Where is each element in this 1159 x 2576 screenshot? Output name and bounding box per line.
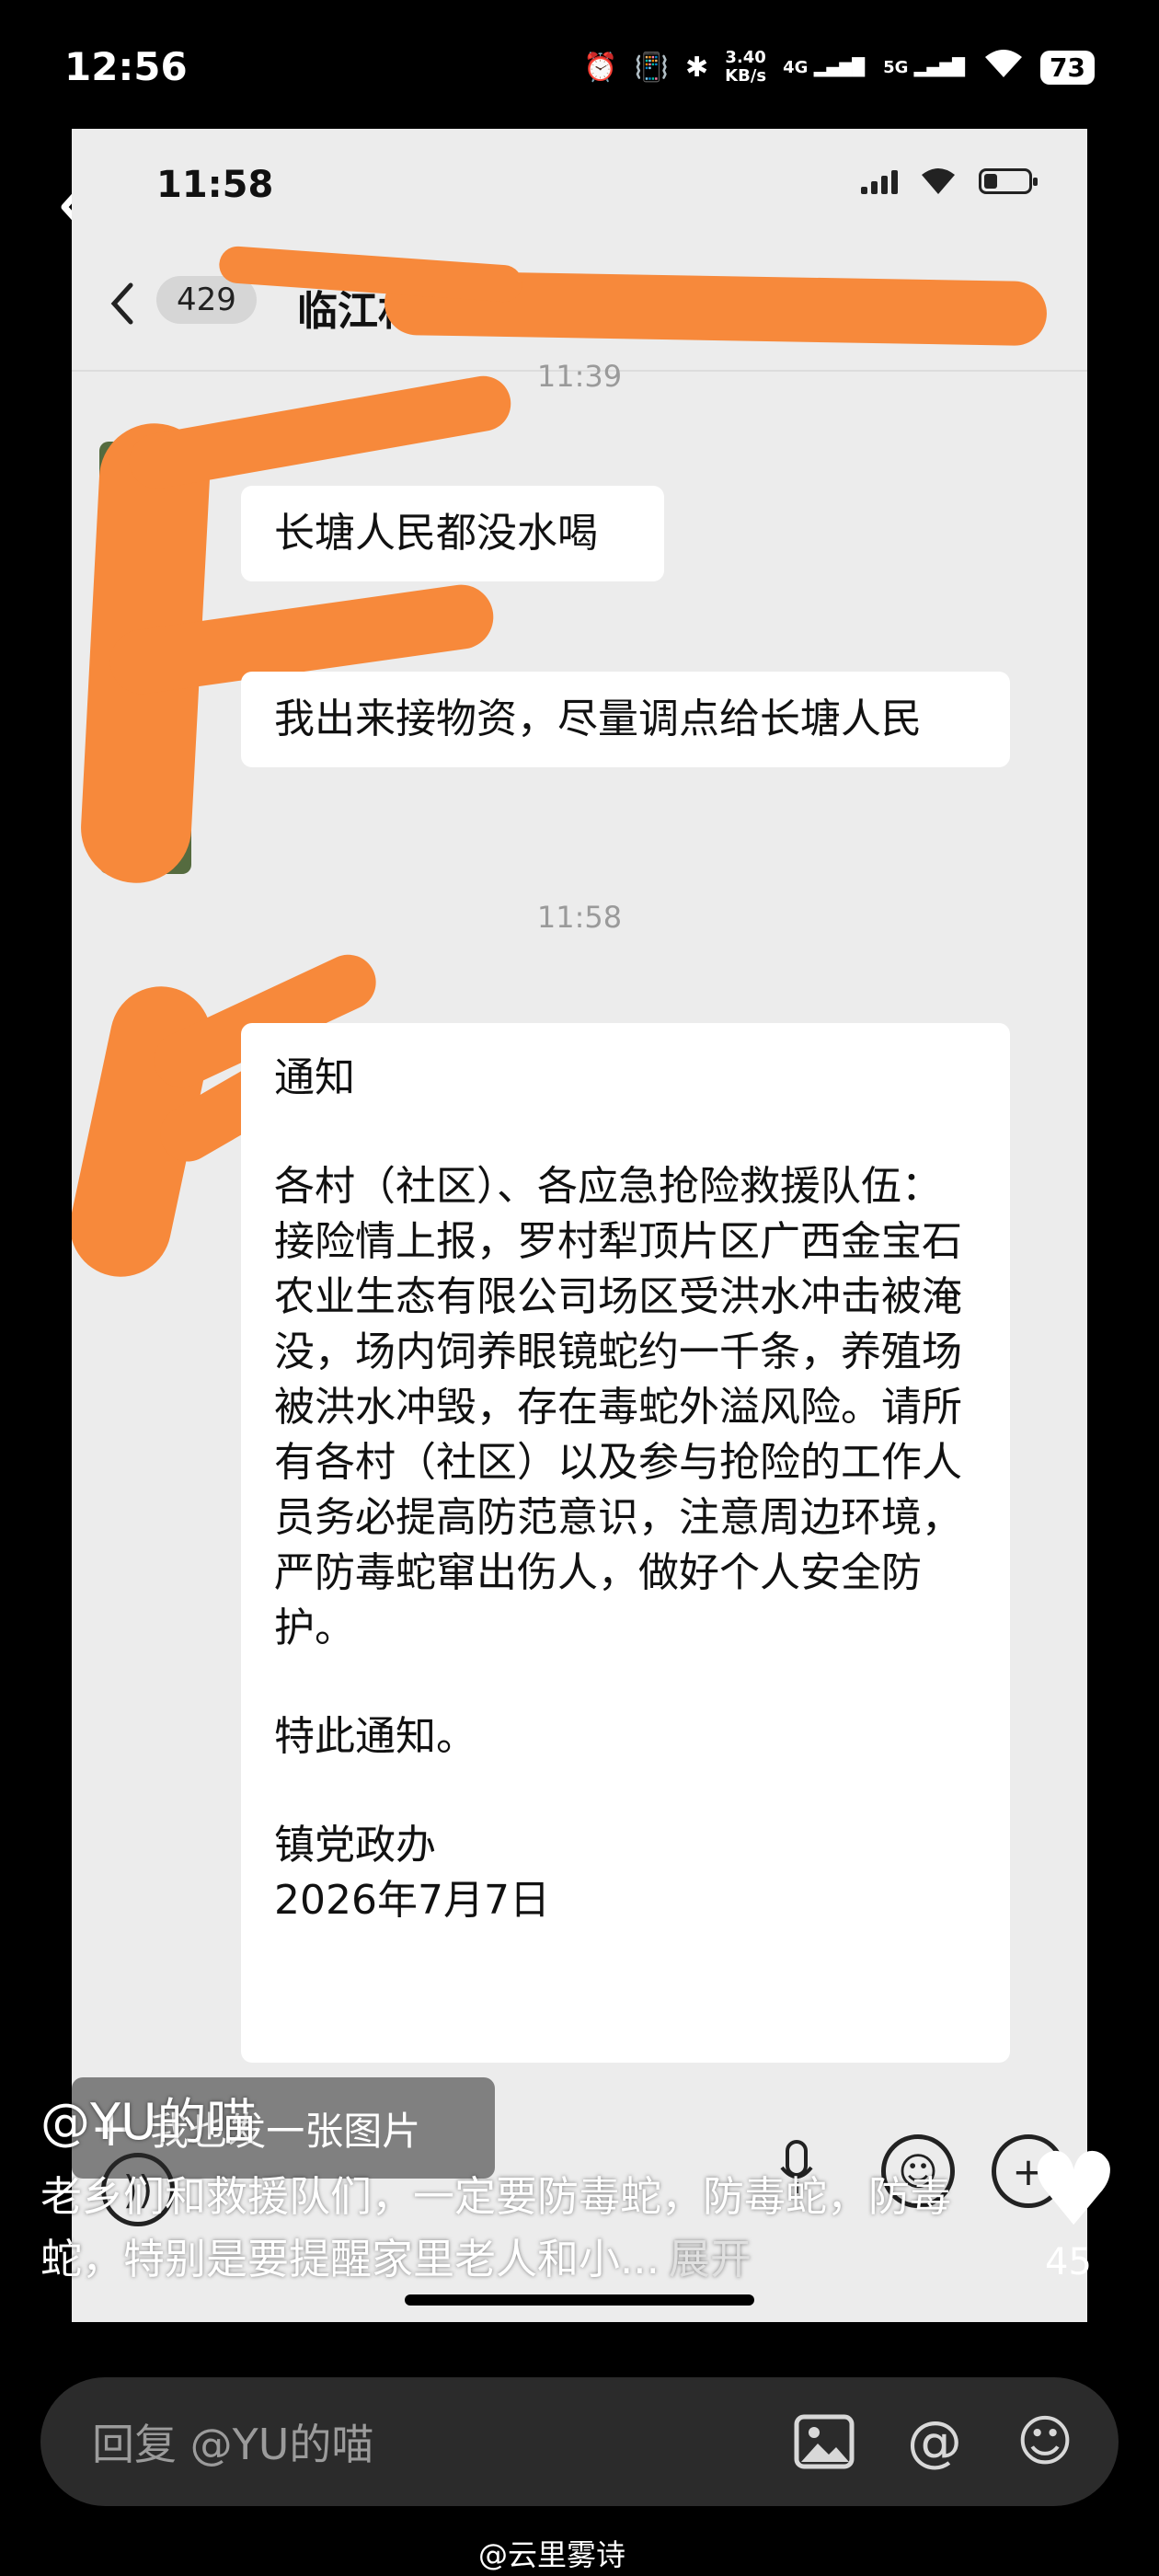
timestamp: 11:39: [536, 359, 623, 394]
notice-line: 镇党政办: [274, 1822, 436, 1869]
post-description-text: 老乡们和救援队们，一定要防毒蛇，防毒蛇，防毒蛇，特别是要提醒家里老人和小...: [40, 2172, 952, 2283]
image-icon[interactable]: [787, 2405, 861, 2478]
emoji-reply-icon[interactable]: ☺: [1008, 2405, 1082, 2478]
chat-back-icon[interactable]: [109, 276, 136, 344]
network-speed: 3.40 KB/s: [725, 49, 766, 86]
network-speed-unit: KB/s: [725, 66, 767, 86]
message-text: 我出来接物资，尽量调点给长塘人民: [274, 696, 922, 742]
chat-screenshot: 11:58 429 临江村委 ••• 11:39 长塘人民都没水喝 我出来接物资…: [72, 129, 1087, 2322]
inner-battery-icon: [979, 168, 1038, 194]
watermark: @云里雾诗: [478, 2537, 626, 2572]
status-icons: ⏰ 📳 ✱ 3.40 KB/s 4G ▂▄▆█ 5G ▂▄▆█ 73: [583, 48, 1095, 86]
inner-signal-icon: [861, 168, 898, 194]
bluetooth-icon: ✱: [685, 51, 709, 84]
at-icon[interactable]: @: [898, 2405, 971, 2478]
signal-4g: 4G ▂▄▆█: [783, 57, 866, 77]
battery-level: 73: [1040, 50, 1095, 85]
notice-line: 通知: [274, 1054, 355, 1101]
notice-line: [274, 1765, 977, 1818]
reply-input[interactable]: 回复 @YU的喵: [92, 2411, 751, 2472]
timestamp: 11:58: [536, 900, 623, 935]
expand-link[interactable]: 展开: [669, 2235, 752, 2283]
message-text: 长塘人民都没水喝: [274, 510, 598, 557]
message-bubble[interactable]: 我出来接物资，尽量调点给长塘人民: [241, 672, 1010, 767]
notice-line: [274, 1106, 977, 1159]
notice-line: 接险情上报，罗村犁顶片区广西金宝石农业生态有限公司场区受洪水冲击被淹没，场内饲养…: [274, 1218, 962, 1651]
notice-line: 2026年7月7日: [274, 1877, 550, 1924]
vibrate-icon: 📳: [634, 51, 670, 84]
inner-status-icons: [861, 167, 1038, 195]
signal-5g-label: 5G: [883, 57, 909, 77]
heart-icon[interactable]: ♥: [1028, 2139, 1119, 2240]
inner-wifi-icon: [922, 168, 955, 194]
reply-bar[interactable]: 回复 @YU的喵 @ ☺: [40, 2377, 1119, 2506]
message-bubble[interactable]: 长塘人民都没水喝: [241, 486, 664, 581]
signal-5g: 5G ▂▄▆█: [883, 57, 966, 77]
notice-line: 特此通知。: [274, 1713, 476, 1760]
notice-bubble[interactable]: 通知 各村（社区）、各应急抢险救援队伍： 接险情上报，罗村犁顶片区广西金宝石农业…: [241, 1023, 1010, 2063]
notice-line: 各村（社区）、各应急抢险救援队伍：: [274, 1163, 942, 1210]
home-indicator: [405, 2294, 754, 2306]
network-speed-value: 3.40: [725, 48, 766, 67]
alarm-icon: ⏰: [583, 51, 618, 84]
status-time: 12:56: [64, 44, 188, 89]
post-description[interactable]: 老乡们和救援队们，一定要防毒蛇，防毒蛇，防毒蛇，特别是要提醒家里老人和小... 展…: [40, 2166, 997, 2291]
like-count: 45: [1045, 2241, 1092, 2283]
signal-4g-label: 4G: [783, 57, 809, 77]
notice-line: [274, 1656, 977, 1709]
wifi-icon: [983, 48, 1024, 86]
post-author[interactable]: @YU的喵: [40, 2081, 257, 2154]
inner-status-time: 11:58: [156, 164, 274, 206]
